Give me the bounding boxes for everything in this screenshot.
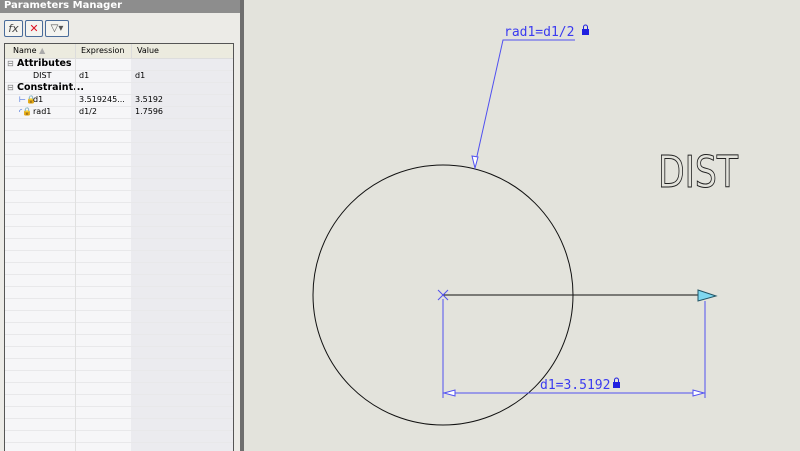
sort-ascending-icon: ▲ bbox=[39, 46, 46, 55]
column-header-name[interactable]: Name ▲ bbox=[5, 44, 83, 58]
add-parameter-button[interactable]: fx bbox=[4, 20, 23, 37]
grid-header: Name ▲ Expression Value bbox=[5, 44, 233, 59]
panel-title: Parameters Manager bbox=[0, 0, 240, 13]
collapse-icon[interactable]: ⊟ bbox=[7, 82, 14, 94]
delete-parameter-button[interactable]: ✕ bbox=[25, 20, 43, 37]
fx-icon: fx bbox=[8, 22, 19, 35]
empty-row bbox=[5, 442, 233, 451]
filter-dropdown-button[interactable]: ▽▾ bbox=[45, 20, 69, 37]
linear-dimension-label[interactable]: d1=3.5192 bbox=[540, 378, 610, 393]
drawing-canvas[interactable]: rad1=d1/2 d1=3.5192 DIST bbox=[244, 0, 800, 451]
delete-icon: ✕ bbox=[29, 22, 39, 35]
parameters-manager-panel: Parameters Manager fx ✕ ▽▾ Name ▲ Expres… bbox=[0, 0, 240, 451]
collapse-icon[interactable]: ⊟ bbox=[7, 58, 14, 70]
parameters-grid[interactable]: Name ▲ Expression Value ⊟ Attributes DIST… bbox=[4, 43, 234, 451]
radial-dimension-lock-icon: ◜🔒 bbox=[19, 107, 33, 116]
column-header-expression[interactable]: Expression bbox=[75, 44, 137, 58]
filter-icon: ▽▾ bbox=[50, 23, 64, 34]
column-header-value[interactable]: Value bbox=[131, 44, 233, 58]
lock-icon bbox=[613, 377, 620, 388]
radius-dimension-label[interactable]: rad1=d1/2 bbox=[504, 25, 574, 40]
lock-icon bbox=[582, 24, 589, 35]
radius-dimension[interactable] bbox=[471, 39, 575, 170]
direction-grip-icon[interactable] bbox=[697, 289, 718, 302]
attribute-text-dist[interactable]: DIST bbox=[658, 147, 739, 199]
